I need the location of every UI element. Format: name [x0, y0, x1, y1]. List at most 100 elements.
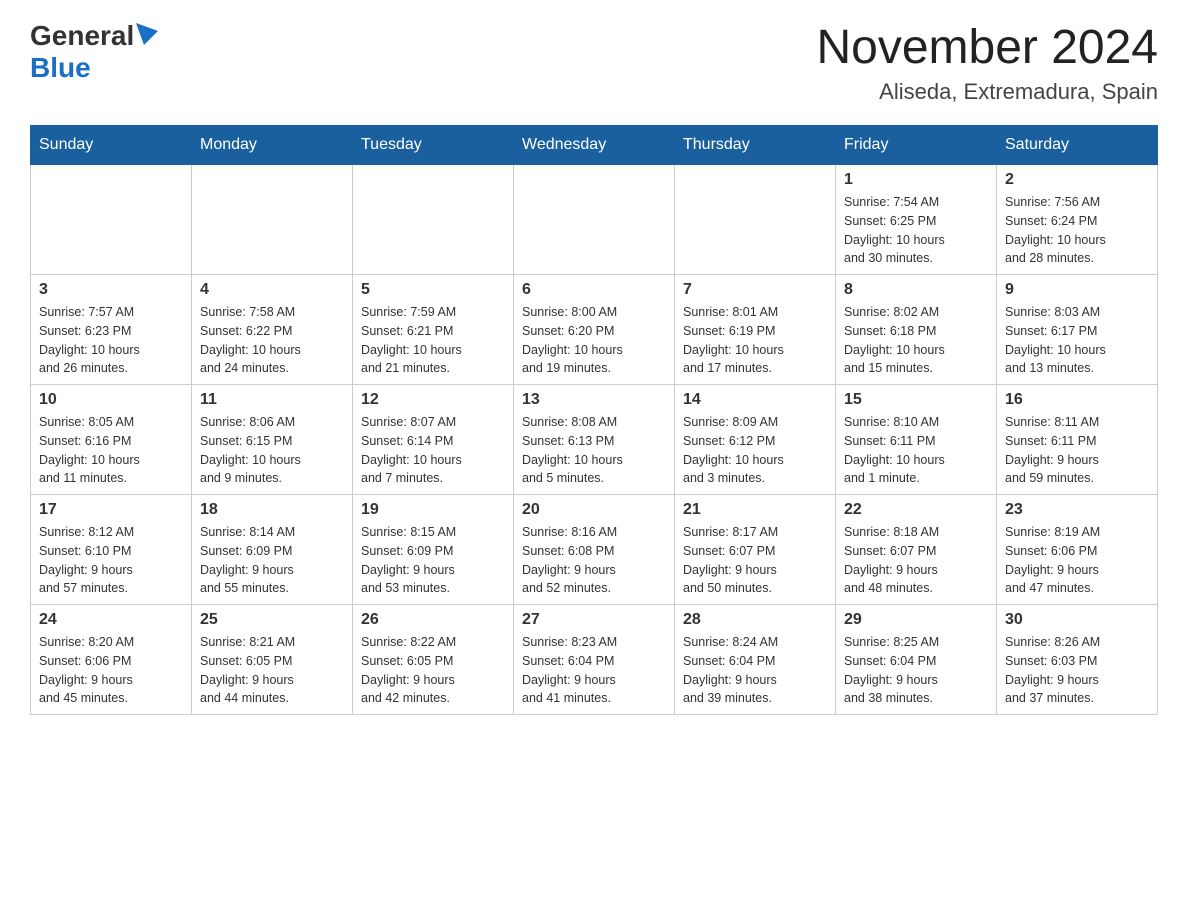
day-number: 11 [200, 391, 344, 409]
day-number: 20 [522, 501, 666, 519]
day-number: 14 [683, 391, 827, 409]
day-info: Sunrise: 8:24 AM Sunset: 6:04 PM Dayligh… [683, 633, 827, 708]
location-text: Aliseda, Extremadura, Spain [816, 79, 1158, 105]
day-info: Sunrise: 8:22 AM Sunset: 6:05 PM Dayligh… [361, 633, 505, 708]
calendar-cell [514, 165, 675, 275]
day-number: 8 [844, 281, 988, 299]
day-number: 18 [200, 501, 344, 519]
weekday-header-wednesday: Wednesday [514, 126, 675, 165]
day-number: 21 [683, 501, 827, 519]
day-number: 15 [844, 391, 988, 409]
day-info: Sunrise: 8:25 AM Sunset: 6:04 PM Dayligh… [844, 633, 988, 708]
day-info: Sunrise: 8:10 AM Sunset: 6:11 PM Dayligh… [844, 413, 988, 488]
weekday-header-tuesday: Tuesday [353, 126, 514, 165]
calendar-cell: 2Sunrise: 7:56 AM Sunset: 6:24 PM Daylig… [997, 165, 1158, 275]
calendar-cell: 6Sunrise: 8:00 AM Sunset: 6:20 PM Daylig… [514, 275, 675, 385]
calendar-cell: 21 Sunrise: 8:17 AM Sunset: 6:07 PM Dayli… [675, 495, 836, 605]
day-info: Sunrise: 8:26 AM Sunset: 6:03 PM Dayligh… [1005, 633, 1149, 708]
day-info: Sunrise: 8:12 AM Sunset: 6:10 PM Dayligh… [39, 523, 183, 598]
calendar-cell: 16Sunrise: 8:11 AM Sunset: 6:11 PM Dayli… [997, 385, 1158, 495]
day-number: 25 [200, 611, 344, 629]
day-number: 7 [683, 281, 827, 299]
day-number: 26 [361, 611, 505, 629]
calendar-cell: 18 Sunrise: 8:14 AM Sunset: 6:09 PM Dayli… [192, 495, 353, 605]
day-info: Sunrise: 8:01 AM Sunset: 6:19 PM Dayligh… [683, 303, 827, 378]
day-info: Sunrise: 7:58 AM Sunset: 6:22 PM Dayligh… [200, 303, 344, 378]
calendar-cell: 23 Sunrise: 8:19 AM Sunset: 6:06 PM Dayli… [997, 495, 1158, 605]
day-info: Sunrise: 8:14 AM Sunset: 6:09 PM Dayligh… [200, 523, 344, 598]
calendar-cell: 13Sunrise: 8:08 AM Sunset: 6:13 PM Dayli… [514, 385, 675, 495]
logo: General Blue [30, 20, 158, 84]
day-info: Sunrise: 8:08 AM Sunset: 6:13 PM Dayligh… [522, 413, 666, 488]
calendar-cell: 11 Sunrise: 8:06 AM Sunset: 6:15 PM Dayli… [192, 385, 353, 495]
calendar-cell: 20 Sunrise: 8:16 AM Sunset: 6:08 PM Dayli… [514, 495, 675, 605]
calendar-cell: 4 Sunrise: 7:58 AM Sunset: 6:22 PM Daylig… [192, 275, 353, 385]
day-number: 12 [361, 391, 505, 409]
day-number: 3 [39, 281, 183, 299]
month-title: November 2024 [816, 20, 1158, 75]
day-info: Sunrise: 8:06 AM Sunset: 6:15 PM Dayligh… [200, 413, 344, 488]
day-number: 9 [1005, 281, 1149, 299]
calendar-cell: 9 Sunrise: 8:03 AM Sunset: 6:17 PM Daylig… [997, 275, 1158, 385]
calendar-cell: 24Sunrise: 8:20 AM Sunset: 6:06 PM Dayli… [31, 605, 192, 715]
day-number: 1 [844, 171, 988, 189]
page-header: General Blue November 2024 Aliseda, Extr… [30, 20, 1158, 105]
day-info: Sunrise: 8:19 AM Sunset: 6:06 PM Dayligh… [1005, 523, 1149, 598]
weekday-header-friday: Friday [836, 126, 997, 165]
calendar-cell [675, 165, 836, 275]
calendar-cell: 14 Sunrise: 8:09 AM Sunset: 6:12 PM Dayli… [675, 385, 836, 495]
day-info: Sunrise: 8:11 AM Sunset: 6:11 PM Dayligh… [1005, 413, 1149, 488]
logo-triangle-icon [136, 23, 158, 45]
calendar-cell: 5 Sunrise: 7:59 AM Sunset: 6:21 PM Daylig… [353, 275, 514, 385]
day-info: Sunrise: 8:09 AM Sunset: 6:12 PM Dayligh… [683, 413, 827, 488]
calendar-cell: 8Sunrise: 8:02 AM Sunset: 6:18 PM Daylig… [836, 275, 997, 385]
day-number: 5 [361, 281, 505, 299]
day-info: Sunrise: 7:57 AM Sunset: 6:23 PM Dayligh… [39, 303, 183, 378]
calendar-cell: 10Sunrise: 8:05 AM Sunset: 6:16 PM Dayli… [31, 385, 192, 495]
day-number: 29 [844, 611, 988, 629]
calendar-cell: 19 Sunrise: 8:15 AM Sunset: 6:09 PM Dayli… [353, 495, 514, 605]
calendar-cell [31, 165, 192, 275]
day-number: 10 [39, 391, 183, 409]
day-info: Sunrise: 8:23 AM Sunset: 6:04 PM Dayligh… [522, 633, 666, 708]
day-number: 4 [200, 281, 344, 299]
logo-general-text: General [30, 20, 134, 52]
day-info: Sunrise: 8:03 AM Sunset: 6:17 PM Dayligh… [1005, 303, 1149, 378]
day-info: Sunrise: 8:18 AM Sunset: 6:07 PM Dayligh… [844, 523, 988, 598]
weekday-header-saturday: Saturday [997, 126, 1158, 165]
calendar-cell: 7 Sunrise: 8:01 AM Sunset: 6:19 PM Daylig… [675, 275, 836, 385]
calendar-cell: 17 Sunrise: 8:12 AM Sunset: 6:10 PM Dayli… [31, 495, 192, 605]
calendar-cell: 1Sunrise: 7:54 AM Sunset: 6:25 PM Daylig… [836, 165, 997, 275]
calendar-cell: 22 Sunrise: 8:18 AM Sunset: 6:07 PM Dayli… [836, 495, 997, 605]
day-number: 23 [1005, 501, 1149, 519]
calendar-cell: 15 Sunrise: 8:10 AM Sunset: 6:11 PM Dayli… [836, 385, 997, 495]
calendar-cell: 3 Sunrise: 7:57 AM Sunset: 6:23 PM Daylig… [31, 275, 192, 385]
day-number: 19 [361, 501, 505, 519]
day-info: Sunrise: 8:15 AM Sunset: 6:09 PM Dayligh… [361, 523, 505, 598]
day-number: 22 [844, 501, 988, 519]
day-number: 17 [39, 501, 183, 519]
weekday-header-monday: Monday [192, 126, 353, 165]
day-info: Sunrise: 8:20 AM Sunset: 6:06 PM Dayligh… [39, 633, 183, 708]
day-info: Sunrise: 7:59 AM Sunset: 6:21 PM Dayligh… [361, 303, 505, 378]
day-info: Sunrise: 8:07 AM Sunset: 6:14 PM Dayligh… [361, 413, 505, 488]
calendar-week-3: 10Sunrise: 8:05 AM Sunset: 6:16 PM Dayli… [31, 385, 1158, 495]
weekday-header-row: SundayMondayTuesdayWednesdayThursdayFrid… [31, 126, 1158, 165]
calendar-cell: 29 Sunrise: 8:25 AM Sunset: 6:04 PM Dayli… [836, 605, 997, 715]
day-info: Sunrise: 8:16 AM Sunset: 6:08 PM Dayligh… [522, 523, 666, 598]
day-number: 27 [522, 611, 666, 629]
calendar-week-4: 17 Sunrise: 8:12 AM Sunset: 6:10 PM Dayli… [31, 495, 1158, 605]
day-info: Sunrise: 8:17 AM Sunset: 6:07 PM Dayligh… [683, 523, 827, 598]
day-number: 6 [522, 281, 666, 299]
calendar-body: 1Sunrise: 7:54 AM Sunset: 6:25 PM Daylig… [31, 165, 1158, 715]
calendar-cell: 30Sunrise: 8:26 AM Sunset: 6:03 PM Dayli… [997, 605, 1158, 715]
calendar-cell: 26 Sunrise: 8:22 AM Sunset: 6:05 PM Dayli… [353, 605, 514, 715]
calendar-cell [192, 165, 353, 275]
weekday-header-thursday: Thursday [675, 126, 836, 165]
logo-blue-text: Blue [30, 52, 91, 84]
calendar-week-1: 1Sunrise: 7:54 AM Sunset: 6:25 PM Daylig… [31, 165, 1158, 275]
calendar-cell: 28Sunrise: 8:24 AM Sunset: 6:04 PM Dayli… [675, 605, 836, 715]
calendar-cell: 12 Sunrise: 8:07 AM Sunset: 6:14 PM Dayli… [353, 385, 514, 495]
day-number: 2 [1005, 171, 1149, 189]
calendar-cell: 27 Sunrise: 8:23 AM Sunset: 6:04 PM Dayli… [514, 605, 675, 715]
